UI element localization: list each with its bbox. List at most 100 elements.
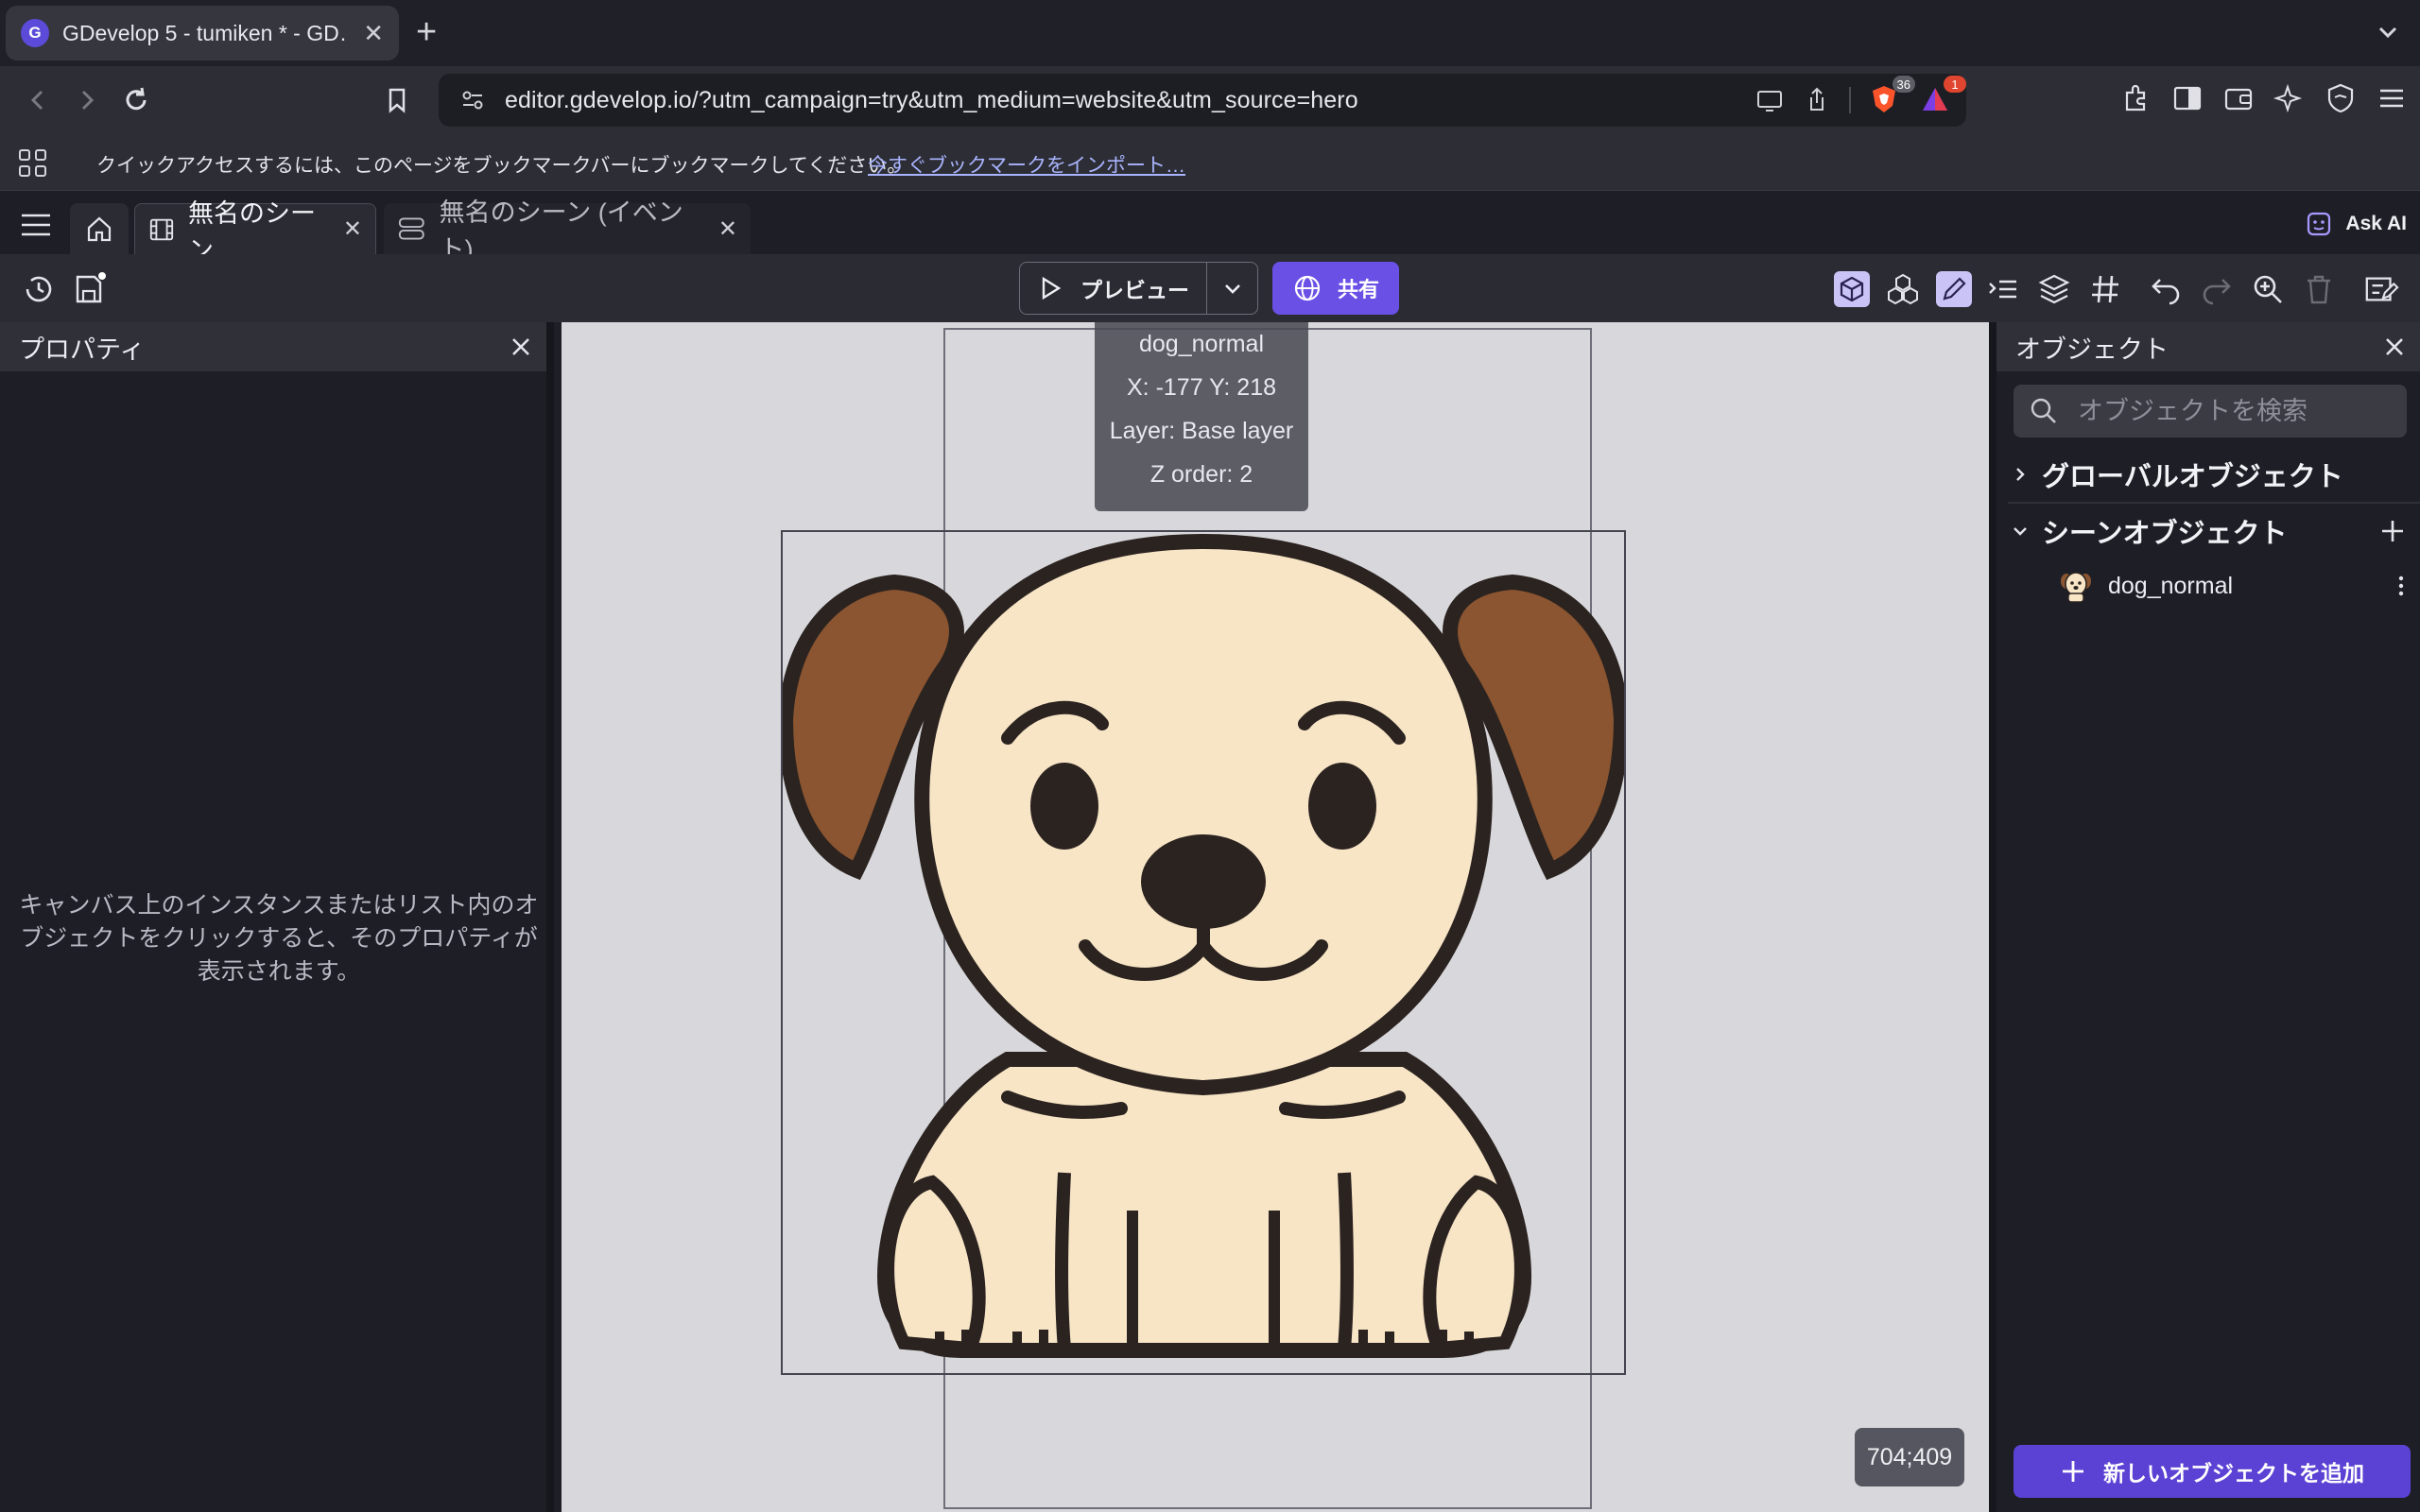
add-new-object-button[interactable]: 新しいオブジェクトを追加 [2014, 1445, 2411, 1498]
extensions-icon[interactable] [2119, 81, 2153, 115]
ask-ai-label: Ask AI [2345, 213, 2407, 234]
instance-tooltip: dog_normal X: -177 Y: 218 Layer: Base la… [1095, 322, 1308, 511]
3d-object-icon[interactable] [1834, 271, 1870, 307]
edit-pencil-icon[interactable] [1936, 271, 1972, 307]
home-tab[interactable] [70, 203, 129, 254]
url-text: editor.gdevelop.io/?utm_campaign=try&utm… [505, 86, 1358, 113]
scene-canvas[interactable]: dog_normal X: -177 Y: 218 Layer: Base la… [562, 322, 1989, 1512]
chevron-down-icon [1224, 284, 1240, 294]
layers-icon[interactable] [2036, 271, 2072, 307]
close-events-tab-icon[interactable]: ✕ [718, 215, 737, 243]
chevron-down-icon [2014, 527, 2027, 536]
instance-selection-box [781, 530, 1626, 1375]
address-bar[interactable]: editor.gdevelop.io/?utm_campaign=try&utm… [439, 74, 1966, 127]
brave-shields-icon[interactable]: 36 [1868, 76, 1915, 117]
apps-grid-icon[interactable] [17, 147, 49, 180]
more-options-icon[interactable] [2397, 575, 2405, 597]
new-tab-button[interactable]: + [416, 13, 437, 51]
search-icon [2031, 398, 2056, 423]
bookmark-icon[interactable] [378, 81, 416, 119]
bookmark-bar: クイックアクセスするには、このページをブックマークバーにブックマークしてください… [0, 134, 2420, 191]
instances-icon[interactable] [1885, 271, 1921, 307]
gdevelop-favicon-icon: G [21, 19, 49, 47]
scene-objects-section[interactable]: シーンオブジェクト [1996, 504, 2420, 558]
close-tab-icon[interactable]: ✕ [363, 19, 384, 48]
reload-icon[interactable] [117, 81, 155, 119]
ai-robot-icon [2308, 212, 2331, 236]
brave-rewards-icon[interactable]: 1 [1919, 76, 1966, 117]
browser-toolbar: editor.gdevelop.io/?utm_campaign=try&utm… [0, 66, 2420, 134]
tooltip-position: X: -177 Y: 218 [1127, 374, 1276, 401]
properties-title: プロパティ [19, 335, 146, 364]
share-label: 共有 [1337, 278, 1379, 301]
tab-scene[interactable]: 無名のシーン ✕ [134, 199, 376, 265]
browser-tabstrip: G GDevelop 5 - tumiken * - GD… ✕ + [0, 0, 2420, 66]
cursor-coordinates: 704;409 [1855, 1428, 1964, 1486]
dog-thumbnail-icon [2061, 572, 2091, 603]
share-page-icon[interactable] [1802, 85, 1832, 115]
rewards-count-badge: 1 [1944, 76, 1966, 93]
import-bookmarks-link[interactable]: 今すぐブックマークをインポート… [868, 150, 1185, 179]
scene-toolbar: プレビュー 共有 [0, 254, 2420, 322]
back-icon[interactable] [19, 81, 57, 119]
scene-objects-label: シーンオブジェクト [2042, 519, 2288, 549]
object-name: dog_normal [2108, 572, 2234, 599]
tooltip-z-order: Z order: 2 [1150, 461, 1253, 488]
objects-title: オブジェクト [2015, 335, 2169, 364]
chevron-right-icon [2016, 468, 2025, 481]
object-search[interactable] [2014, 385, 2407, 438]
zoom-icon[interactable] [2250, 271, 2286, 307]
grid-hash-icon[interactable] [2087, 271, 2123, 307]
delete-icon[interactable] [2301, 271, 2337, 307]
objects-list-icon[interactable] [1985, 271, 2021, 307]
close-properties-icon[interactable] [509, 335, 533, 359]
add-new-object-label: 新しいオブジェクトを追加 [2103, 1461, 2364, 1486]
preview-options-dropdown[interactable] [1207, 263, 1257, 314]
properties-panel: プロパティ キャンバス上のインスタンスまたはリスト内のオブジェクトをクリックする… [0, 322, 554, 1512]
wallet-icon[interactable] [2221, 81, 2256, 115]
objects-panel: オブジェクト グローバルオブジェクト シーンオブジェクト dog_normal [1989, 322, 2420, 1512]
browser-tab-title: GDevelop 5 - tumiken * - GD… [62, 20, 346, 45]
globe-icon [1294, 275, 1321, 301]
leo-ai-icon[interactable] [2273, 81, 2307, 115]
bookmark-hint-text: クイックアクセスするには、このページをブックマークバーにブックマークしてください… [96, 155, 908, 177]
object-list-item[interactable]: dog_normal [1996, 558, 2420, 613]
brave-count-badge: 36 [1892, 76, 1915, 93]
save-icon[interactable] [72, 271, 108, 307]
undo-icon[interactable] [2148, 271, 2184, 307]
events-icon [398, 217, 424, 240]
site-settings-icon[interactable] [459, 87, 486, 113]
forward-icon[interactable] [68, 81, 106, 119]
tab-list-chevron-icon[interactable] [2375, 19, 2401, 45]
cast-icon[interactable] [1754, 85, 1785, 115]
home-icon [87, 216, 112, 242]
scene-properties-icon[interactable] [2363, 271, 2399, 307]
sidebar-icon[interactable] [2170, 81, 2204, 115]
vpn-icon[interactable] [2324, 81, 2358, 115]
object-search-input[interactable] [2078, 396, 2399, 426]
scene-film-icon [149, 218, 174, 240]
preview-group: プレビュー [1019, 262, 1258, 315]
add-scene-object-icon[interactable] [2378, 517, 2407, 545]
tooltip-layer: Layer: Base layer [1109, 418, 1294, 444]
editor-tabbar: 無名のシーン ✕ 無名のシーン (イベント) ✕ Ask AI [0, 192, 2420, 265]
preview-button[interactable]: プレビュー [1020, 263, 1207, 314]
tooltip-object-name: dog_normal [1138, 331, 1265, 357]
play-icon [1042, 276, 1062, 301]
redo-icon[interactable] [2199, 271, 2235, 307]
objects-panel-header: オブジェクト [1996, 322, 2420, 371]
plus-icon [2063, 1461, 2083, 1482]
browser-menu-icon[interactable] [2375, 81, 2409, 115]
properties-empty-hint: キャンバス上のインスタンスまたはリスト内のオブジェクトをクリックすると、そのプロ… [19, 892, 539, 985]
browser-tab-gdevelop[interactable]: G GDevelop 5 - tumiken * - GD… ✕ [6, 6, 399, 60]
history-icon[interactable] [21, 271, 57, 307]
ask-ai-button[interactable]: Ask AI [2306, 211, 2407, 237]
preview-label: プレビュー [1080, 278, 1189, 302]
properties-panel-header: プロパティ [0, 322, 546, 371]
share-button[interactable]: 共有 [1272, 262, 1399, 315]
main-menu-icon[interactable] [19, 211, 53, 239]
global-objects-section[interactable]: グローバルオブジェクト [1996, 447, 2420, 502]
tab-scene-events[interactable]: 無名のシーン (イベント) ✕ [384, 198, 751, 264]
close-scene-tab-icon[interactable]: ✕ [343, 215, 362, 243]
close-objects-icon[interactable] [2382, 335, 2407, 359]
